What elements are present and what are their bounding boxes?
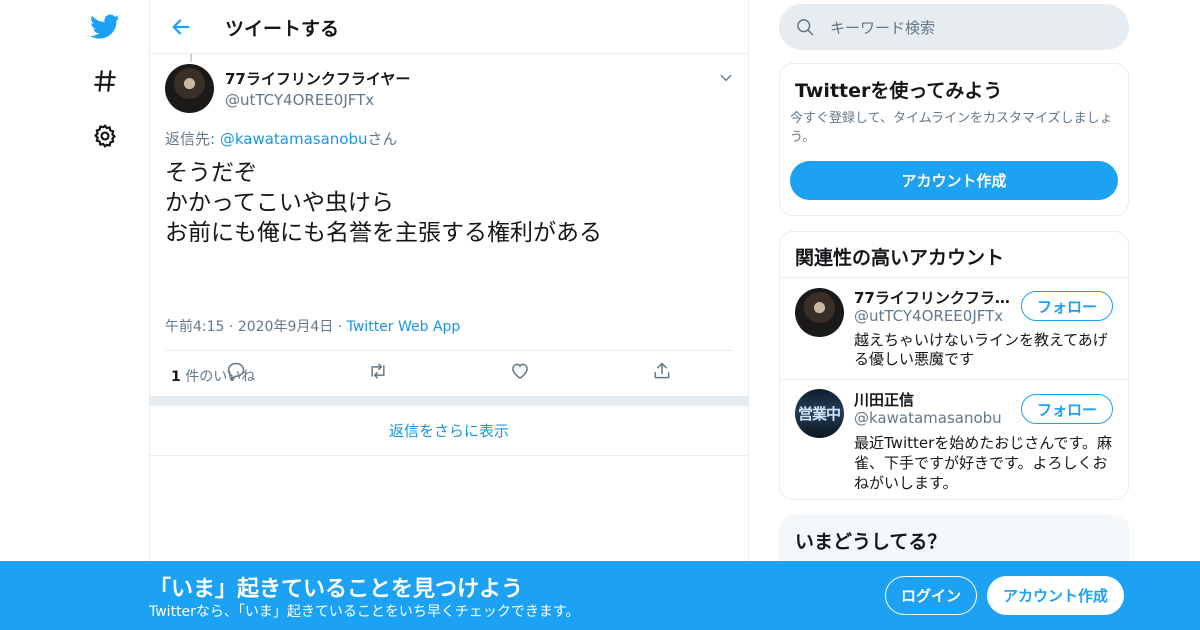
reply-to-link[interactable]: @kawatamasanobu xyxy=(220,130,368,148)
tweet-source[interactable]: Twitter Web App xyxy=(347,319,461,335)
tweet-metadata: 午前4:15 · 2020年9月4日 · Twitter Web App xyxy=(165,316,460,336)
list-item[interactable]: 77ライフリンクフラ… @utTCY4OREE0JFTx フォロー 越えちゃいけ… xyxy=(780,278,1128,379)
account-name[interactable]: 77ライフリンクフラ… xyxy=(854,287,1010,308)
avatar[interactable]: 営業中 xyxy=(795,389,844,438)
banner-title: 「いま」起きていることを見つけよう xyxy=(149,577,524,602)
tweet-text-line: お前にも俺にも名誉を主張する権利がある xyxy=(165,220,602,246)
hashtag-explore-icon[interactable] xyxy=(88,64,122,98)
share-icon[interactable] xyxy=(649,358,675,384)
like-heart-icon[interactable] xyxy=(507,358,533,384)
left-navigation xyxy=(0,0,150,630)
banner-subtitle: Twitterなら、「いま」起きていることをいち早くチェックできます。 xyxy=(149,604,580,620)
reply-prefix: 返信先: xyxy=(165,130,220,148)
likes-count: 1 xyxy=(171,369,181,385)
search-icon xyxy=(795,17,815,41)
banner-create-account-button[interactable]: アカウント作成 xyxy=(987,576,1124,615)
section-separator xyxy=(150,396,748,406)
account-bio: 最近Twitterを始めたおじさんです。麻雀、下手ですが好きです。よろしくおねが… xyxy=(854,434,1113,492)
settings-gear-icon[interactable] xyxy=(88,119,122,153)
search-bar[interactable]: キーワード検索 xyxy=(779,4,1129,50)
reply-suffix: さん xyxy=(367,130,398,148)
show-more-replies-label: 返信をさらに表示 xyxy=(388,422,509,440)
back-arrow-icon[interactable] xyxy=(166,12,196,42)
signup-card-title: Twitterを使ってみよう xyxy=(795,80,1003,102)
login-button[interactable]: ログイン xyxy=(885,576,977,615)
tweet-time[interactable]: 午前4:15 xyxy=(165,319,224,335)
twitter-logo-icon[interactable] xyxy=(88,10,122,44)
related-accounts-card: 関連性の高いアカウント 77ライフリンクフラ… @utTCY4OREE0JFTx… xyxy=(779,231,1129,500)
signup-banner: 「いま」起きていることを見つけよう Twitterなら、「いま」起きていることを… xyxy=(0,561,1200,630)
tweet-text-line: そうだぞ xyxy=(165,160,257,186)
account-bio: 越えちゃいけないラインを教えてあげる優しい悪魔です xyxy=(854,331,1108,368)
create-account-button[interactable]: アカウント作成 xyxy=(790,161,1118,200)
trends-card-title: いまどうしてる？ xyxy=(795,531,947,553)
author-display-name[interactable]: 77ライフリンクフライヤー xyxy=(225,68,410,89)
author-handle[interactable]: @utTCY4OREE0JFTx xyxy=(225,91,410,109)
related-card-title: 関連性の高いアカウント xyxy=(795,247,1005,269)
account-handle[interactable]: @kawatamasanobu xyxy=(854,409,1002,427)
separator-dot: · xyxy=(228,319,238,335)
reply-icon[interactable] xyxy=(223,358,249,384)
list-item[interactable]: 営業中 川田正信 @kawatamasanobu フォロー 最近Twitterを… xyxy=(780,380,1128,498)
main-column: ツイートする 77ライフリンクフライヤー @utTCY4OREE0JFTx 返信… xyxy=(149,0,749,630)
reply-context: 返信先: @kawatamasanobuさん xyxy=(165,128,398,149)
account-name[interactable]: 川田正信 xyxy=(854,389,914,410)
retweet-icon[interactable] xyxy=(365,358,391,384)
account-handle[interactable]: @utTCY4OREE0JFTx xyxy=(854,307,1003,325)
divider xyxy=(165,350,733,351)
thread-line xyxy=(190,54,192,62)
follow-button[interactable]: フォロー xyxy=(1021,291,1113,321)
show-more-replies[interactable]: 返信をさらに表示 xyxy=(150,406,748,456)
chevron-down-icon[interactable] xyxy=(719,70,733,89)
search-placeholder: キーワード検索 xyxy=(830,19,936,37)
avatar-sign-text: 営業中 xyxy=(798,405,841,423)
tweet-text-line: かかってこいや虫けら xyxy=(165,190,394,216)
tweet-text: そうだぞ かかってこいや虫けら お前にも俺にも名誉を主張する権利がある xyxy=(165,158,602,248)
tweet-detail: 77ライフリンクフライヤー @utTCY4OREE0JFTx 返信先: @kaw… xyxy=(150,54,748,401)
page-header: ツイートする xyxy=(150,0,748,54)
signup-card-description: 今すぐ登録して、タイムラインをカスタマイズしましょう。 xyxy=(790,111,1113,145)
page-title: ツイートする xyxy=(225,18,340,40)
tweet-date[interactable]: 2020年9月4日 xyxy=(238,319,333,335)
avatar[interactable] xyxy=(795,288,844,337)
avatar[interactable] xyxy=(165,64,214,113)
follow-button[interactable]: フォロー xyxy=(1021,394,1113,424)
signup-card: Twitterを使ってみよう 今すぐ登録して、タイムラインをカスタマイズしましょ… xyxy=(779,63,1129,216)
separator-dot: · xyxy=(337,319,347,335)
